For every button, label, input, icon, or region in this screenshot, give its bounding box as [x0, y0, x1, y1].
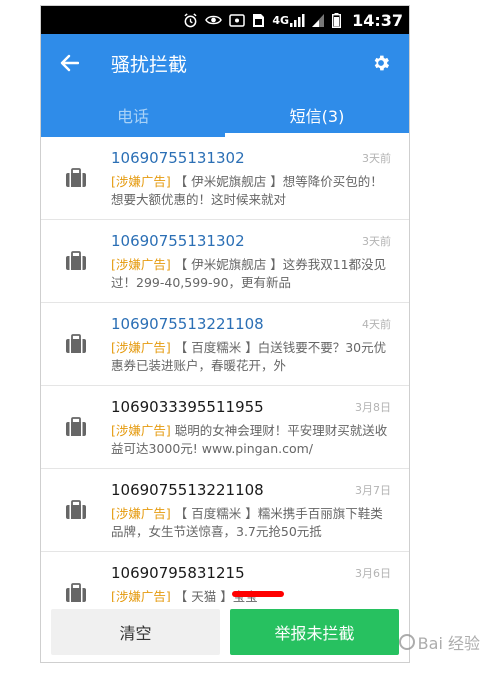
back-button[interactable]	[41, 34, 97, 92]
sender-number: 10690755131302	[111, 149, 245, 167]
ad-tag: [涉嫌广告]	[111, 423, 171, 438]
message-date: 3月6日	[355, 567, 391, 580]
sim-icon	[252, 13, 265, 28]
message-date: 4天前	[362, 318, 391, 331]
sender-number: 10690795831215	[111, 564, 245, 582]
watermark: Bai 经验	[398, 630, 480, 654]
sender-number: 1069075513221108	[111, 481, 264, 499]
message-preview: [涉嫌广告] 【 伊米妮旗舰店 】这券我双11都没见过！299-40,599-9…	[111, 256, 391, 292]
message-preview: [涉嫌广告] 聪明的女神会理财！平安理财买就送收益可达3000元! www.pi…	[111, 422, 391, 458]
briefcase-icon	[66, 583, 86, 602]
eye-icon	[205, 14, 223, 26]
report-button[interactable]: 举报未拦截	[230, 609, 399, 655]
gear-icon	[374, 55, 390, 71]
battery-icon	[332, 12, 342, 28]
signal-icon	[312, 13, 325, 27]
ad-tag: [涉嫌广告]	[111, 257, 171, 272]
tab-bar: 电话 短信(3)	[41, 92, 409, 137]
clear-button[interactable]: 清空	[51, 609, 220, 655]
tab-sms[interactable]: 短信(3)	[225, 92, 409, 137]
ad-tag: [涉嫌广告]	[111, 174, 171, 189]
bottom-action-bar: 清空 举报未拦截	[41, 602, 409, 662]
network-signal-icon: 4G	[272, 13, 305, 27]
arrow-left-icon	[60, 54, 79, 72]
settings-button[interactable]	[353, 34, 409, 92]
message-preview: [涉嫌广告] 【 百度糯米 】白送钱要不要？30元优惠券已装进账户，春暖花开，外	[111, 339, 391, 375]
screen-icon	[229, 13, 246, 27]
sender-number: 1069075513221108	[111, 315, 264, 333]
sender-number: 1069033395511955	[111, 398, 264, 416]
tab-calls[interactable]: 电话	[41, 92, 225, 137]
ad-tag: [涉嫌广告]	[111, 506, 171, 521]
ad-tag: [涉嫌广告]	[111, 340, 171, 355]
message-preview: [涉嫌广告] 【 伊米妮旗舰店 】想等降价买包的！想要大额优惠的！这时候来就对	[111, 173, 391, 209]
status-bar: 4G 14:37	[41, 6, 409, 34]
list-item[interactable]: 1069075513221108 3月7日 [涉嫌广告] 【 百度糯米 】糯米携手…	[41, 469, 409, 552]
briefcase-icon	[66, 168, 86, 187]
list-item[interactable]: 1069075513221108 4天前 [涉嫌广告] 【 百度糯米 】白送钱要不…	[41, 303, 409, 386]
paw-icon	[398, 634, 415, 650]
redaction-mark	[232, 591, 284, 597]
sender-number: 10690755131302	[111, 232, 245, 250]
briefcase-icon	[66, 417, 86, 436]
message-list: 10690755131302 3天前 [涉嫌广告] 【 伊米妮旗舰店 】想等降价买…	[41, 137, 409, 662]
list-item[interactable]: 10690755131302 3天前 [涉嫌广告] 【 伊米妮旗舰店 】这券我双1…	[41, 220, 409, 303]
clock: 14:37	[352, 10, 403, 30]
message-date: 3天前	[362, 152, 391, 165]
app-bar: 骚扰拦截	[41, 34, 409, 92]
briefcase-icon	[66, 334, 86, 353]
briefcase-icon	[66, 500, 86, 519]
list-item[interactable]: 1069033395511955 3月8日 [涉嫌广告] 聪明的女神会理财！平安理…	[41, 386, 409, 469]
list-item[interactable]: 10690755131302 3天前 [涉嫌广告] 【 伊米妮旗舰店 】想等降价买…	[41, 137, 409, 220]
message-preview: [涉嫌广告] 【 百度糯米 】糯米携手百丽旗下鞋类品牌，女生节送惊喜，3.7元抢…	[111, 505, 391, 541]
network-type: 4G	[272, 13, 290, 27]
message-date: 3天前	[362, 235, 391, 248]
phone-screen: 4G 14:37 骚扰拦截 电话 短信(3) 10690755131302 3天前…	[40, 5, 410, 663]
message-date: 3月8日	[355, 401, 391, 414]
watermark-text: Bai 经验	[417, 634, 480, 653]
alarm-icon	[183, 12, 198, 28]
briefcase-icon	[66, 251, 86, 270]
page-title: 骚扰拦截	[111, 53, 188, 76]
message-date: 3月7日	[355, 484, 391, 497]
